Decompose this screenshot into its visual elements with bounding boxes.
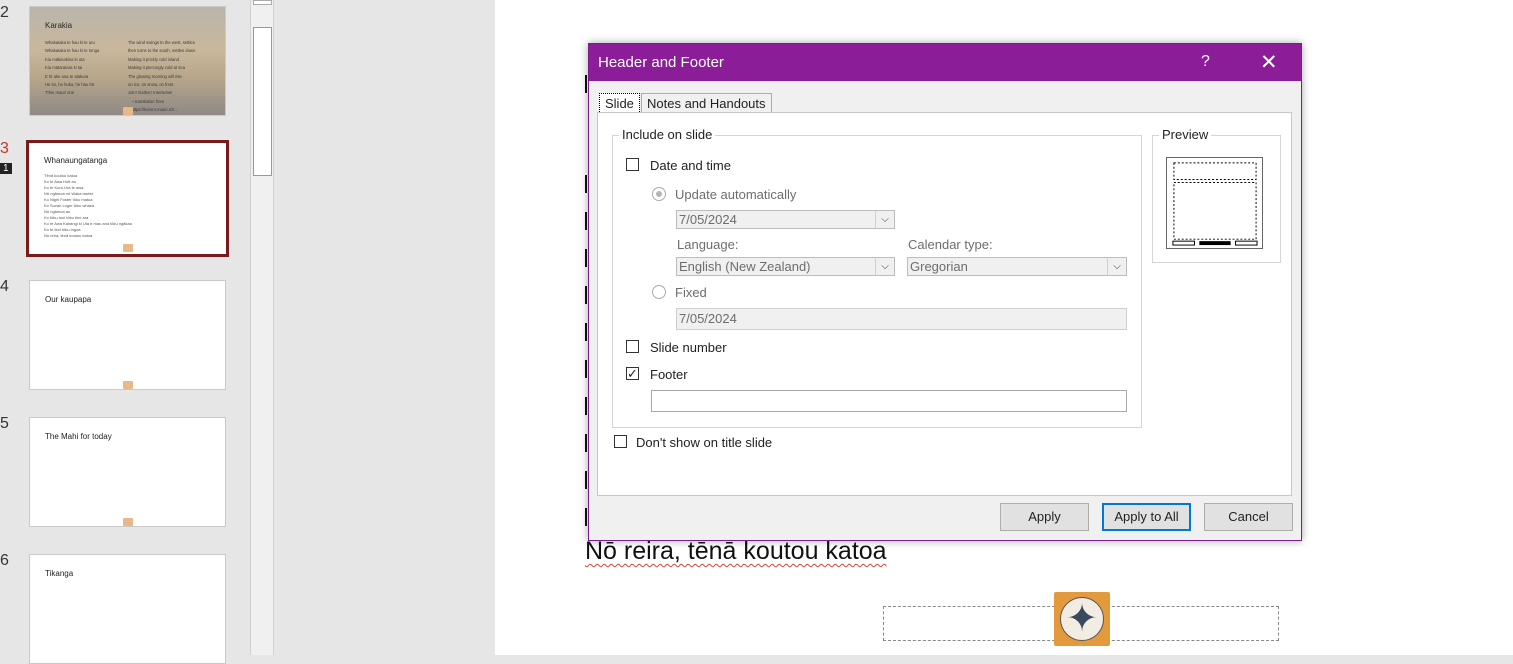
logo-icon: [122, 107, 133, 115]
slide-preview-thumbnail: [1166, 157, 1263, 249]
compass-logo-icon: ✦: [1054, 592, 1110, 646]
preview-footer-area: [1199, 241, 1231, 246]
footer-label[interactable]: Footer: [650, 367, 688, 382]
workspace-margin: [275, 0, 495, 655]
dialog-title-bar[interactable]: Header and Footer ? ✕: [589, 44, 1301, 81]
thumb-title: Karakia: [45, 21, 73, 30]
fixed-label[interactable]: Fixed: [675, 285, 707, 300]
fixed-radio[interactable]: [652, 285, 666, 299]
date-format-dropdown[interactable]: 7/05/2024 ⌵: [676, 210, 895, 229]
dont-show-title-slide-checkbox[interactable]: [614, 435, 627, 448]
slide-number-5: 5: [0, 415, 9, 432]
thumb-title: Our kaupapa: [45, 295, 92, 304]
preview-group: Preview: [1152, 127, 1281, 263]
thumb-title: Tikanga: [45, 569, 74, 578]
slide-thumbnail-5[interactable]: The Mahi for today: [29, 417, 226, 527]
footer-text-input[interactable]: [651, 390, 1127, 412]
language-value: English (New Zealand): [679, 259, 811, 274]
preview-number-area: [1235, 240, 1258, 246]
group-label: Include on slide: [619, 127, 716, 142]
date-time-label[interactable]: Date and time: [650, 158, 731, 173]
slide-closing-line[interactable]: Nō reira, tēnā koutou katoa: [585, 537, 887, 566]
language-label: Language:: [677, 237, 739, 252]
include-on-slide-group: Include on slide Date and time Update au…: [612, 127, 1142, 428]
tab-notes-and-handouts[interactable]: Notes and Handouts: [641, 93, 772, 113]
header-footer-dialog: Header and Footer ? ✕ Slide Notes and Ha…: [588, 43, 1302, 541]
thumb-text-col1: Whakataka te hau ki te uru Whakataka te …: [45, 40, 100, 96]
preview-date-area: [1172, 240, 1195, 246]
apply-button[interactable]: Apply: [1000, 503, 1089, 531]
language-dropdown[interactable]: English (New Zealand) ⌵: [676, 257, 895, 276]
dialog-title: Header and Footer: [598, 54, 724, 71]
preview-title-placeholder: [1173, 162, 1257, 181]
slide-tab-panel: Include on slide Date and time Update au…: [597, 112, 1292, 496]
apply-to-all-button[interactable]: Apply to All: [1102, 503, 1191, 531]
scrollbar-thumb[interactable]: [253, 27, 272, 176]
slide-number-label[interactable]: Slide number: [650, 340, 727, 355]
compass-star-icon: ✦: [1066, 598, 1098, 640]
chevron-down-icon[interactable]: ⌵: [875, 258, 894, 275]
preview-body-placeholder: [1173, 181, 1257, 240]
fixed-date-input[interactable]: 7/05/2024: [676, 308, 1127, 330]
calendar-type-value: Gregorian: [910, 259, 968, 274]
slide-number-2: 2: [0, 4, 9, 21]
chevron-down-icon[interactable]: ⌵: [875, 211, 894, 228]
slide-thumbnail-6[interactable]: Tikanga: [29, 554, 226, 664]
calendar-type-dropdown[interactable]: Gregorian ⌵: [907, 257, 1127, 276]
thumb-title: The Mahi for today: [45, 432, 112, 441]
slide-number-3: 3: [0, 140, 9, 157]
scroll-up-button[interactable]: [253, 0, 272, 5]
thumb-text-col2: The wind swings to the west, settles the…: [128, 40, 196, 113]
close-icon[interactable]: ✕: [1260, 50, 1278, 75]
update-automatically-radio[interactable]: [652, 187, 666, 201]
logo-icon: [122, 244, 133, 252]
slide-number-checkbox[interactable]: [626, 340, 639, 353]
help-icon[interactable]: ?: [1201, 53, 1210, 71]
preview-label: Preview: [1159, 127, 1212, 142]
logo-icon: [122, 518, 133, 526]
slide-thumbnail-pane[interactable]: 2 Karakia Whakataka te hau ki te uru Wha…: [0, 0, 250, 664]
cancel-button[interactable]: Cancel: [1204, 503, 1293, 531]
dont-show-title-slide-label[interactable]: Don't show on title slide: [636, 435, 772, 450]
date-format-value: 7/05/2024: [679, 212, 737, 227]
slide-thumbnail-3[interactable]: Whanaungatanga Tēnā koutou katoa Ko te A…: [26, 140, 229, 257]
calendar-type-label: Calendar type:: [908, 237, 993, 252]
footer-checkbox[interactable]: ✓: [626, 367, 639, 380]
slide-thumbnail-2[interactable]: Karakia Whakataka te hau ki te uru Whaka…: [29, 6, 226, 116]
thumb-text: Tēnā koutou katoa Ko te Awa Hutt au Ko t…: [44, 173, 132, 238]
chevron-down-icon[interactable]: ⌵: [1107, 258, 1126, 275]
update-automatically-label[interactable]: Update automatically: [675, 187, 796, 202]
comment-count-badge: 1: [0, 163, 12, 174]
slide-thumbnail-4[interactable]: Our kaupapa: [29, 280, 226, 390]
thumbnail-scrollbar[interactable]: [250, 0, 274, 655]
slide-number-6: 6: [0, 552, 9, 569]
thumb-title: Whanaungatanga: [44, 156, 108, 165]
tab-slide[interactable]: Slide: [599, 93, 640, 114]
logo-icon: [122, 381, 133, 389]
slide-number-4: 4: [0, 278, 9, 295]
date-time-checkbox[interactable]: [626, 158, 639, 171]
